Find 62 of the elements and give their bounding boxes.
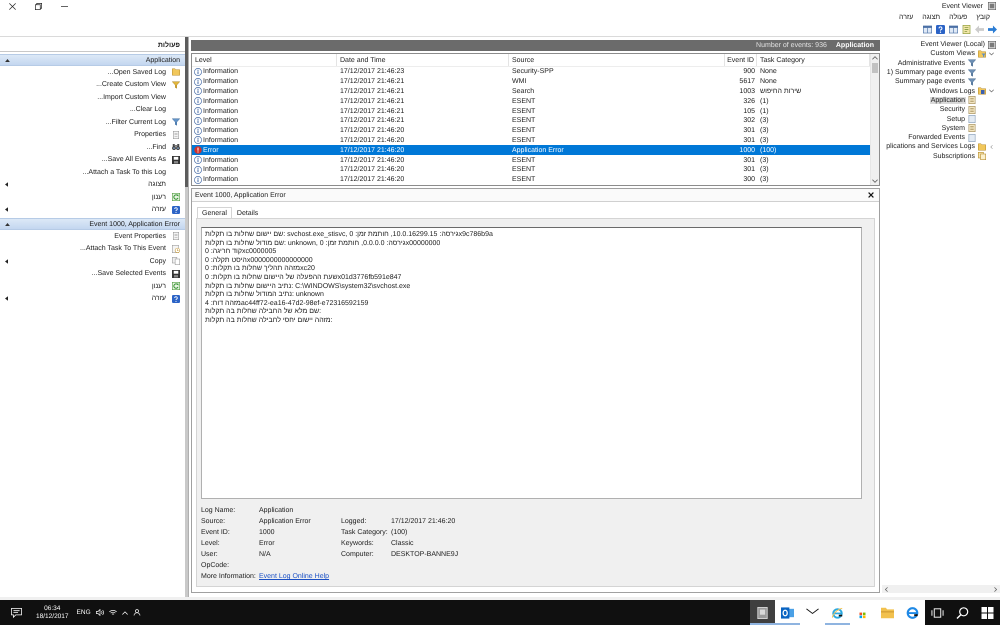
help-icon	[172, 294, 180, 303]
browser-icon	[906, 606, 919, 618]
speaker-icon[interactable]	[96, 609, 104, 616]
chevron-down-icon[interactable]	[988, 52, 994, 56]
help-icon	[172, 206, 180, 214]
help-icon[interactable]	[936, 25, 945, 34]
page-icon	[172, 130, 180, 139]
close-icon[interactable]	[868, 192, 874, 198]
vertical-scrollbar[interactable]	[185, 37, 188, 597]
scroll-left-icon[interactable]	[885, 586, 888, 592]
people-icon[interactable]	[132, 609, 141, 616]
panes-icon[interactable]	[923, 25, 932, 34]
information-icon	[194, 97, 202, 106]
page-icon	[968, 115, 976, 124]
scrollbar-thumb[interactable]	[872, 63, 878, 73]
copy-icon	[172, 257, 180, 266]
folder-funnel-icon	[978, 50, 986, 58]
folder-icon	[978, 142, 986, 151]
log-book-icon	[988, 2, 996, 10]
information-icon	[194, 176, 202, 184]
close-icon[interactable]	[9, 2, 16, 10]
ring-tile-icon	[781, 606, 794, 618]
folder-icon	[172, 68, 180, 76]
folder-icon	[881, 606, 894, 618]
refresh-icon	[172, 193, 180, 202]
task-view-icon	[931, 606, 944, 618]
wifi-icon[interactable]	[108, 609, 117, 616]
task-page-icon	[172, 244, 180, 253]
search-icon	[956, 606, 969, 618]
scroll-right-icon[interactable]	[994, 586, 997, 592]
funnel-icon	[172, 118, 180, 126]
notification-icon[interactable]	[11, 608, 22, 618]
chevron-up-icon[interactable]	[122, 610, 128, 614]
information-icon	[194, 68, 202, 76]
collapse-arrow-icon[interactable]	[5, 58, 10, 62]
panes-icon[interactable]	[949, 25, 958, 34]
error-icon	[194, 146, 202, 154]
taskbar-button[interactable]	[775, 600, 800, 625]
page-icon[interactable]	[962, 25, 971, 34]
taskbar-button[interactable]	[900, 600, 925, 625]
refresh-icon	[172, 282, 180, 290]
binoculars-icon	[172, 143, 180, 152]
scroll-down-icon[interactable]	[872, 179, 878, 183]
start-icon	[981, 606, 994, 618]
vertical-scrollbar[interactable]	[870, 54, 879, 185]
restore-icon[interactable]	[35, 2, 42, 10]
log-book-icon	[988, 40, 996, 49]
log-book-icon	[756, 606, 769, 618]
browser-icon	[831, 606, 844, 618]
horizontal-scrollbar[interactable]	[882, 585, 1000, 593]
log-page-icon	[968, 124, 976, 132]
page-icon	[172, 232, 180, 240]
taskbar-button[interactable]	[750, 600, 775, 625]
back-arrow-icon[interactable]	[988, 25, 997, 34]
folder-icon	[978, 87, 986, 96]
stacked-pages-icon	[978, 152, 986, 160]
scroll-up-icon[interactable]	[872, 56, 878, 60]
scrollbar-thumb[interactable]	[185, 37, 188, 187]
funnel-icon	[172, 80, 180, 89]
collapse-arrow-icon[interactable]	[5, 222, 10, 226]
chevron-down-icon[interactable]	[988, 89, 994, 94]
page-icon	[968, 134, 976, 142]
